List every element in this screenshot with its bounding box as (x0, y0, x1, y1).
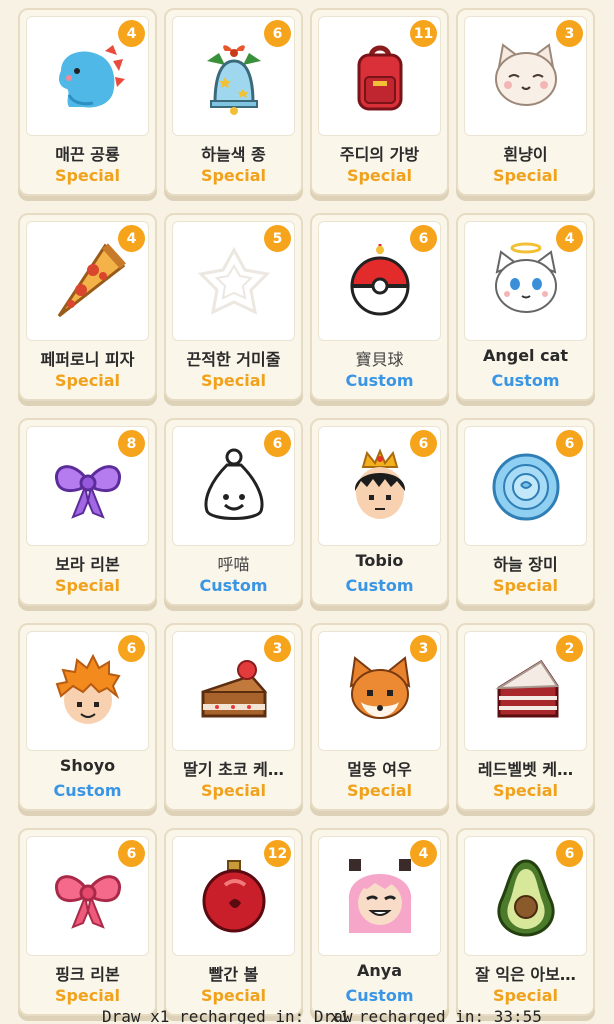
sticker-tag: Custom (345, 371, 414, 390)
count-badge: 2 (556, 635, 583, 662)
sticker-card[interactable]: 6 寶貝球 Custom (310, 213, 449, 401)
sticker-tag: Special (492, 986, 559, 1005)
sticker-tag: Special (346, 166, 413, 185)
sticker-card[interactable]: 3 딸기 초코 케… Special (164, 623, 303, 811)
sticker-tag: Special (492, 781, 559, 800)
count-badge: 6 (556, 430, 583, 457)
recharge-timer-text-overlay: x1 recharged in: 33:55 (330, 1010, 542, 1024)
count-badge: 6 (556, 840, 583, 867)
sticker-name: 매끈 공룡 (55, 145, 120, 164)
sticker-name: 레드벨벳 케… (477, 760, 574, 779)
sticker-card[interactable]: 6 잘 익은 아보… Special (456, 828, 595, 1016)
sticker-name: 잘 익은 아보… (475, 965, 576, 984)
sticker-tag: Special (54, 371, 121, 390)
count-badge: 3 (410, 635, 437, 662)
sticker-tag: Special (492, 576, 559, 595)
sticker-tag: Special (54, 986, 121, 1005)
sticker-grid: 4 매끈 공룡 Special 6 하늘색 종 Special 11 주디의 가… (18, 8, 598, 1023)
recharge-status-bar: Draw x1 recharged in: Draw x1 recharged … (0, 1010, 614, 1024)
sticker-card[interactable]: 6 呼喵 Custom (164, 418, 303, 606)
count-badge: 6 (410, 225, 437, 252)
sticker-name: Tobio (355, 551, 404, 570)
sticker-tag: Special (200, 166, 267, 185)
count-badge: 8 (118, 430, 145, 457)
sticker-card[interactable]: 2 레드벨벳 케… Special (456, 623, 595, 811)
sticker-card[interactable]: 11 주디의 가방 Special (310, 8, 449, 196)
sticker-card[interactable]: 4 Angel cat Custom (456, 213, 595, 401)
sticker-tag: Special (200, 986, 267, 1005)
count-badge: 6 (118, 635, 145, 662)
sticker-tag: Special (200, 371, 267, 390)
sticker-name: Shoyo (59, 756, 116, 775)
count-badge: 12 (264, 840, 291, 867)
count-badge: 6 (410, 430, 437, 457)
sticker-card[interactable]: 4 Anya Custom (310, 828, 449, 1016)
count-badge: 4 (118, 20, 145, 47)
sticker-tag: Special (54, 166, 121, 185)
sticker-card[interactable]: 3 멀뚱 여우 Special (310, 623, 449, 811)
sticker-card[interactable]: 6 Tobio Custom (310, 418, 449, 606)
sticker-name: Angel cat (482, 346, 569, 365)
sticker-name: 하늘색 종 (201, 145, 266, 164)
sticker-card[interactable]: 4 페퍼로니 피자 Special (18, 213, 157, 401)
sticker-card[interactable]: 3 흰냥이 Special (456, 8, 595, 196)
sticker-tag: Special (200, 781, 267, 800)
sticker-card[interactable]: 8 보라 리본 Special (18, 418, 157, 606)
sticker-card[interactable]: 4 매끈 공룡 Special (18, 8, 157, 196)
sticker-tag: Custom (345, 986, 414, 1005)
sticker-tag: Custom (53, 781, 122, 800)
sticker-name: 핑크 리본 (55, 965, 120, 984)
sticker-name: 보라 리본 (55, 555, 120, 574)
sticker-name: 페퍼로니 피자 (40, 350, 135, 369)
sticker-tag: Special (346, 781, 413, 800)
sticker-name: 寶貝球 (355, 350, 404, 369)
count-badge: 11 (410, 20, 437, 47)
sticker-name: 끈적한 거미줄 (186, 350, 281, 369)
recharge-timer-text: Draw x1 recharged in: Draw (102, 1010, 353, 1024)
sticker-tag: Custom (345, 576, 414, 595)
sticker-tag: Special (54, 576, 121, 595)
sticker-name: Anya (357, 961, 402, 980)
count-badge: 4 (118, 225, 145, 252)
sticker-name: 딸기 초코 케… (183, 760, 284, 779)
count-badge: 5 (264, 225, 291, 252)
sticker-tag: Custom (491, 371, 560, 390)
count-badge: 4 (410, 840, 437, 867)
sticker-card[interactable]: 6 핑크 리본 Special (18, 828, 157, 1016)
count-badge: 6 (264, 430, 291, 457)
sticker-card[interactable]: 5 끈적한 거미줄 Special (164, 213, 303, 401)
sticker-card[interactable]: 6 하늘 장미 Special (456, 418, 595, 606)
sticker-card[interactable]: 6 하늘색 종 Special (164, 8, 303, 196)
count-badge: 6 (118, 840, 145, 867)
sticker-name: 빨간 볼 (208, 965, 259, 984)
sticker-tag: Custom (199, 576, 268, 595)
count-badge: 3 (264, 635, 291, 662)
sticker-name: 주디의 가방 (339, 145, 420, 164)
sticker-card[interactable]: 6 Shoyo Custom (18, 623, 157, 811)
sticker-name: 하늘 장미 (493, 555, 558, 574)
count-badge: 6 (264, 20, 291, 47)
sticker-name: 呼喵 (217, 555, 250, 574)
sticker-name: 멀뚱 여우 (347, 760, 412, 779)
count-badge: 4 (556, 225, 583, 252)
sticker-card[interactable]: 12 빨간 볼 Special (164, 828, 303, 1016)
count-badge: 3 (556, 20, 583, 47)
sticker-name: 흰냥이 (503, 145, 548, 164)
sticker-tag: Special (492, 166, 559, 185)
